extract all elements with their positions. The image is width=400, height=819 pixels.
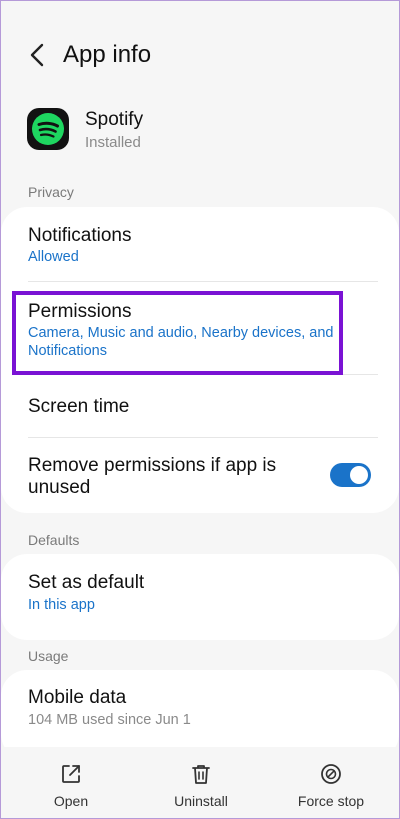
remove-permissions-title-line1: Remove permissions if app is <box>28 455 277 476</box>
set-as-default-item[interactable]: Set as default In this app <box>1 554 399 640</box>
mobile-data-item[interactable]: Mobile data 104 MB used since Jun 1 <box>1 670 399 750</box>
permissions-highlight-box <box>12 291 343 375</box>
defaults-card: Set as default In this app <box>1 554 399 640</box>
chevron-left-icon <box>30 43 44 67</box>
set-as-default-status: In this app <box>28 597 95 613</box>
screen-time-title: Screen time <box>28 396 130 417</box>
open-button[interactable]: Open <box>5 747 137 818</box>
screen-time-item[interactable]: Screen time <box>1 375 399 437</box>
section-label-usage: Usage <box>28 648 69 664</box>
app-name: Spotify <box>85 109 144 130</box>
remove-permissions-toggle[interactable] <box>330 463 371 487</box>
toggle-knob <box>350 466 368 484</box>
notifications-item[interactable]: Notifications Allowed <box>1 207 399 281</box>
page-title: App info <box>63 41 152 68</box>
app-status: Installed <box>85 134 141 151</box>
notifications-status: Allowed <box>28 249 79 265</box>
back-button[interactable] <box>21 37 53 73</box>
app-summary: Spotify Installed <box>1 101 399 161</box>
notifications-title: Notifications <box>28 225 132 246</box>
bottom-action-bar: Open Uninstall Force stop <box>1 747 399 818</box>
trash-icon <box>192 765 210 784</box>
open-external-icon <box>62 765 80 783</box>
uninstall-button[interactable]: Uninstall <box>135 747 267 818</box>
section-label-defaults: Defaults <box>28 532 80 548</box>
spotify-logo-icon <box>27 108 69 150</box>
force-stop-label: Force stop <box>297 793 365 809</box>
open-label: Open <box>53 793 89 809</box>
app-info-header: App info <box>1 1 399 101</box>
force-stop-button[interactable]: Force stop <box>265 747 397 818</box>
section-label-privacy: Privacy <box>28 184 74 200</box>
mobile-data-title: Mobile data <box>28 687 127 708</box>
set-as-default-title: Set as default <box>28 572 145 593</box>
remove-permissions-title-line2: unused <box>28 477 91 498</box>
mobile-data-usage: 104 MB used since Jun 1 <box>28 712 191 728</box>
uninstall-label: Uninstall <box>174 793 228 809</box>
block-icon <box>321 764 341 784</box>
